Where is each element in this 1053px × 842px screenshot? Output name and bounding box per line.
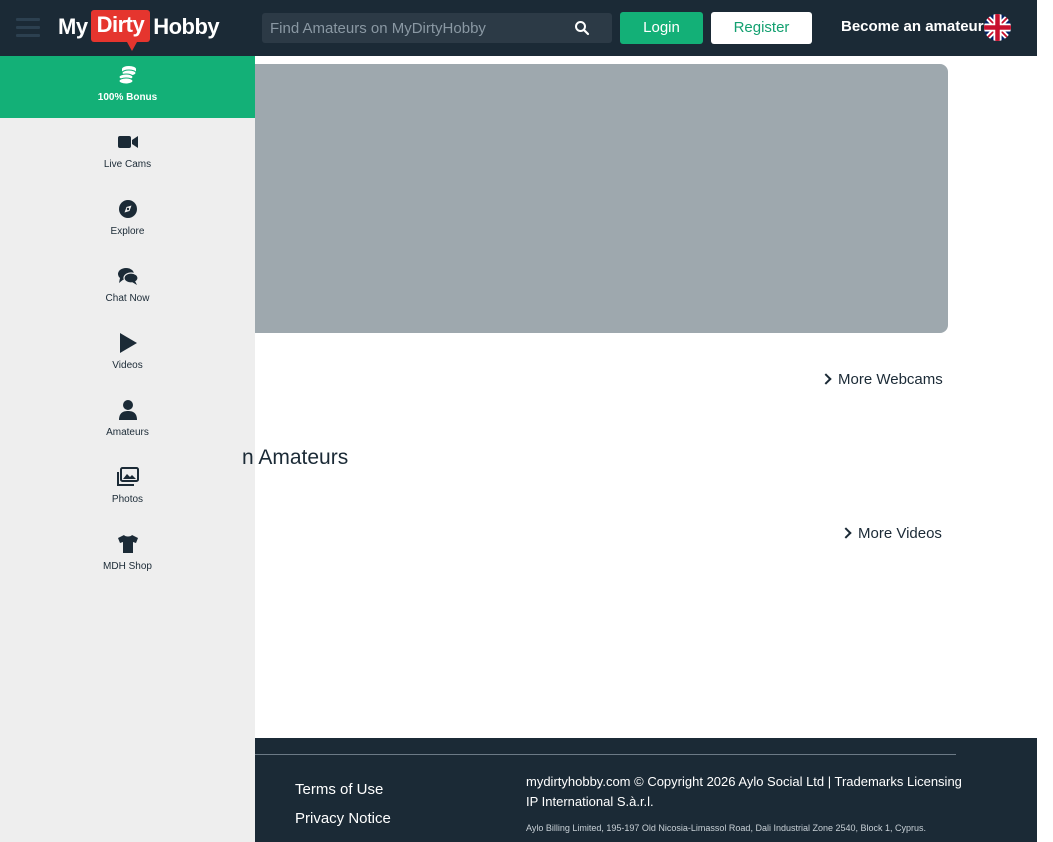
sidebar-item-chat-now[interactable]: Chat Now [0, 258, 255, 320]
register-button[interactable]: Register [711, 12, 812, 44]
copyright-text: mydirtyhobby.com © Copyright 2026 Aylo S… [526, 774, 962, 809]
billing-address-text: Aylo Billing Limited, 195-197 Old Nicosi… [526, 823, 927, 833]
sidebar-item-bonus[interactable]: 100% Bonus [0, 56, 255, 118]
search-input[interactable] [262, 13, 562, 43]
sidebar-item-mdh-shop[interactable]: MDH Shop [0, 526, 255, 588]
logo-text-hobby: Hobby [153, 14, 220, 39]
more-webcams-link[interactable]: More Webcams [820, 371, 943, 388]
footer: Terms of Use Privacy Notice mydirtyhobby… [255, 738, 1037, 842]
sidebar-item-explore[interactable]: Explore [0, 191, 255, 253]
logo-text-dirty: Dirty [90, 10, 151, 51]
terms-of-use-link[interactable]: Terms of Use [295, 781, 383, 798]
sidebar-item-label: Live Cams [103, 159, 152, 170]
more-webcams-label: More Webcams [838, 371, 943, 388]
sidebar-item-label: Explore [110, 226, 145, 237]
logo-text-my: My [58, 14, 88, 39]
sidebar-item-label: Chat Now [105, 293, 150, 304]
menu-toggle-icon[interactable] [16, 18, 40, 38]
compass-icon [119, 200, 137, 218]
hero-banner-placeholder[interactable] [255, 64, 948, 333]
privacy-notice-link[interactable]: Privacy Notice [295, 810, 391, 827]
sidebar-menu: 100% Bonus Live Cams Explore Chat Now Vi… [0, 56, 255, 842]
search-box [262, 13, 612, 43]
top-navbar: My Dirty Hobby Login Register Become an … [0, 0, 1037, 56]
sidebar-item-amateurs[interactable]: Amateurs [0, 392, 255, 454]
coins-icon [118, 66, 137, 85]
photos-icon [117, 467, 139, 486]
sidebar-item-live-cams[interactable]: Live Cams [0, 124, 255, 186]
chat-bubbles-icon [118, 268, 139, 285]
sidebar-item-label: Photos [111, 494, 144, 505]
chevron-right-icon [820, 373, 832, 385]
sidebar-item-label: 100% Bonus [97, 92, 158, 103]
sidebar-item-photos[interactable]: Photos [0, 459, 255, 521]
user-icon [119, 400, 137, 420]
chevron-right-icon [840, 527, 852, 539]
sidebar-item-videos[interactable]: Videos [0, 325, 255, 387]
search-icon[interactable] [574, 20, 590, 36]
sidebar-item-label: MDH Shop [103, 561, 152, 572]
login-button[interactable]: Login [620, 12, 703, 44]
tshirt-icon [118, 535, 138, 553]
site-logo[interactable]: My Dirty Hobby [58, 8, 220, 51]
become-amateur-link[interactable]: Become an amateur [841, 18, 984, 35]
sidebar-item-label: Videos [112, 360, 143, 371]
video-camera-icon [118, 136, 138, 148]
sidebar-item-label: Amateurs [106, 427, 149, 438]
section-title: n Amateurs [242, 446, 349, 469]
more-videos-label: More Videos [858, 525, 942, 542]
more-videos-link[interactable]: More Videos [840, 525, 942, 542]
footer-divider [255, 754, 956, 755]
uk-flag-icon[interactable] [984, 14, 1011, 41]
play-icon [120, 333, 137, 353]
